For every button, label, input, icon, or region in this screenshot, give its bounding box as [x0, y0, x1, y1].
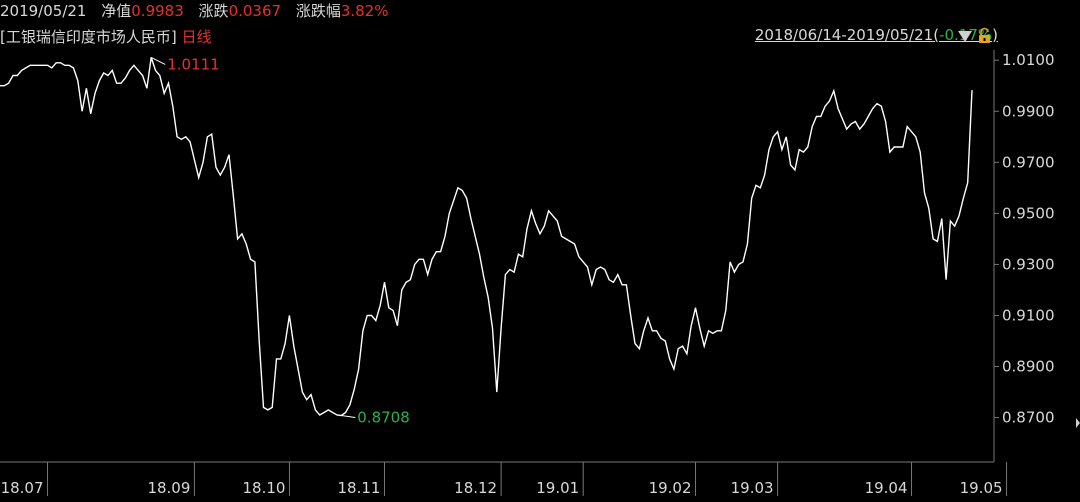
y-axis-ticks: 1.0100 0.9900 0.9700 0.9500 0.9300 0.9100 0.89…	[994, 51, 1055, 427]
y-tick-label: 0.8700	[1002, 409, 1055, 427]
nav-series-line	[0, 57, 973, 417]
x-tick-label: 19.04	[865, 479, 908, 497]
extreme-annotations: 1.0111 0.8708	[150, 55, 410, 427]
x-tick-label: 18.10	[242, 479, 285, 497]
y-tick-label: 0.9300	[1002, 255, 1055, 273]
x-tick-label: 19.03	[731, 479, 774, 497]
y-tick-label: 0.9900	[1002, 102, 1055, 120]
x-tick-label: 18.09	[147, 479, 190, 497]
nav-line-chart: 1.0100 0.9900 0.9700 0.9500 0.9300 0.9100 0.89…	[0, 27, 1080, 497]
y-tick-label: 0.9500	[1002, 204, 1055, 222]
y-tick-label: 0.9700	[1002, 153, 1055, 171]
scroll-right-icon[interactable]	[1076, 418, 1080, 428]
min-value-label: 0.8708	[357, 409, 410, 427]
x-tick-label: 19.01	[536, 479, 579, 497]
lock-icon[interactable]	[979, 27, 990, 43]
x-tick-label: 18.12	[454, 479, 497, 497]
min-value-leader	[341, 415, 356, 419]
x-tick-label: 19.02	[649, 479, 692, 497]
x-axis-ticks: 18.07 18.09 18.10 18.11 18.12 19.01 19.02 19.03…	[1, 462, 1008, 497]
dropdown-triangle-icon[interactable]	[958, 31, 972, 42]
y-tick-label: 1.0100	[1002, 51, 1055, 69]
x-tick-label: 19.05	[960, 479, 1003, 497]
x-tick-label: 18.07	[1, 479, 44, 497]
max-value-label: 1.0111	[167, 55, 220, 73]
x-tick-label: 18.11	[338, 479, 381, 497]
y-tick-label: 0.9100	[1002, 306, 1055, 324]
y-tick-label: 0.8900	[1002, 358, 1055, 376]
